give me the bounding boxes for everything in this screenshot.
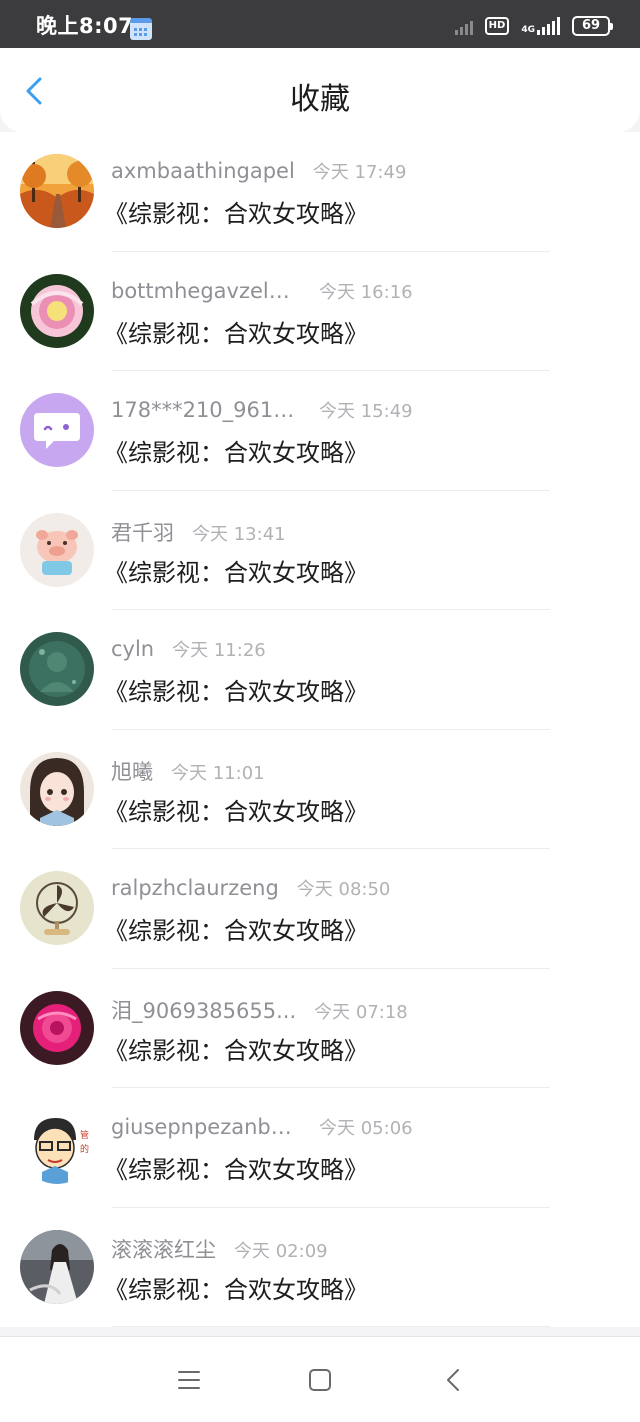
book-title[interactable]: 《综影视：合欢女攻略》 (104, 314, 368, 349)
timestamp: 今天 15:49 (319, 401, 413, 422)
list-item[interactable]: axmbaathingapel 今天 17:49 《综影视：合欢女攻略》 (0, 132, 640, 252)
header: 收藏 (0, 48, 640, 132)
book-title[interactable]: 《综影视：合欢女攻略》 (104, 1150, 368, 1185)
timestamp: 今天 02:09 (234, 1240, 328, 1262)
network-label: 4G (521, 25, 535, 35)
item-meta: bottmhegavzeln... 今天 16:16 (111, 278, 620, 304)
username[interactable]: 178***210_96102... (111, 398, 301, 422)
rose-avatar[interactable] (20, 273, 94, 348)
page-title: 收藏 (290, 82, 350, 117)
item-meta: giusepnpezanbotti 今天 05:06 (111, 1114, 620, 1140)
status-bar: 晚上8:07 HD 4G 69 (0, 0, 640, 48)
timestamp: 今天 05:06 (319, 1118, 413, 1139)
hd-badge: HD (484, 17, 510, 35)
list-item[interactable]: ralpzhclaurzeng 今天 08:50 《综影视：合欢女攻略》 (0, 849, 640, 969)
timestamp: 今天 11:01 (171, 762, 265, 784)
username[interactable]: cyln (111, 637, 154, 661)
calendar-icon (130, 18, 152, 40)
pig-avatar[interactable] (20, 512, 94, 587)
book-title[interactable]: 《综影视：合欢女攻略》 (104, 1270, 368, 1305)
battery-icon: 69 (572, 16, 613, 36)
autumn-road-avatar[interactable] (20, 154, 94, 228)
timestamp: 今天 08:50 (296, 879, 391, 900)
username[interactable]: 滚滚滚红尘 (111, 1234, 216, 1264)
list-item[interactable]: 泪_9069385655... 今天 07:18 《综影视：合欢女攻略》 (0, 969, 640, 1089)
username[interactable]: 泪_9069385655... (111, 995, 296, 1025)
book-title[interactable]: 《综影视：合欢女攻略》 (104, 911, 368, 946)
username[interactable]: axmbaathingapel (111, 159, 295, 183)
cartoon-man-avatar[interactable]: 管 的 (20, 1110, 94, 1184)
book-title[interactable]: 《综影视：合欢女攻略》 (104, 553, 368, 588)
item-meta: cyln 今天 11:26 (111, 636, 620, 662)
timestamp: 今天 17:49 (312, 162, 407, 183)
home-button[interactable] (307, 1367, 333, 1393)
svg-text:的: 的 (80, 1143, 89, 1155)
signal-icon (454, 17, 473, 35)
item-meta: 旭曦 今天 11:01 (111, 756, 620, 786)
username[interactable]: 旭曦 (111, 756, 153, 786)
book-title[interactable]: 《综影视：合欢女攻略》 (104, 672, 368, 707)
favorites-list: axmbaathingapel 今天 17:49 《综影视：合欢女攻略》 bot… (0, 132, 640, 1327)
item-meta: 君千羽 今天 13:41 (111, 517, 620, 547)
list-item[interactable]: 旭曦 今天 11:01 《综影视：合欢女攻略》 (0, 730, 640, 850)
battery-level: 69 (581, 18, 601, 33)
book-title[interactable]: 《综影视：合欢女攻略》 (104, 1031, 368, 1066)
item-meta: axmbaathingapel 今天 17:49 (111, 158, 620, 184)
menu-icon (178, 1371, 200, 1389)
svg-text:管: 管 (80, 1129, 89, 1141)
username[interactable]: ralpzhclaurzeng (111, 876, 279, 900)
timestamp: 今天 11:26 (172, 640, 266, 661)
list-item[interactable]: bottmhegavzeln... 今天 16:16 《综影视：合欢女攻略》 (0, 252, 640, 372)
list-item[interactable]: 君千羽 今天 13:41 《综影视：合欢女攻略》 (0, 491, 640, 611)
green-portrait-avatar[interactable] (20, 632, 94, 706)
system-nav-bar (0, 1336, 640, 1422)
list-item[interactable]: cyln 今天 11:26 《综影视：合欢女攻略》 (0, 610, 640, 730)
username[interactable]: bottmhegavzeln... (111, 279, 301, 303)
menu-button[interactable] (176, 1367, 202, 1393)
network-indicator: 4G (521, 17, 560, 35)
timestamp: 今天 07:18 (314, 1001, 408, 1023)
item-meta: 泪_9069385655... 今天 07:18 (111, 995, 620, 1025)
book-title[interactable]: 《综影视：合欢女攻略》 (104, 433, 368, 468)
status-indicators: HD 4G 69 (454, 14, 613, 38)
book-title[interactable]: 《综影视：合欢女攻略》 (104, 792, 368, 827)
timestamp: 今天 16:16 (319, 281, 413, 303)
white-dress-avatar[interactable] (20, 1229, 94, 1304)
chat-bubble-avatar[interactable] (20, 393, 94, 467)
status-time: 晚上8:07 (36, 14, 134, 38)
list-item[interactable]: 管 的 giusepnpezanbotti 今天 05:06 《综影视：合欢女攻… (0, 1088, 640, 1208)
signal-strength-icon (537, 17, 560, 35)
item-meta: 滚滚滚红尘 今天 02:09 (111, 1234, 620, 1264)
back-triangle-icon (447, 1369, 459, 1391)
anime-girl-avatar[interactable] (20, 751, 94, 826)
list-item[interactable]: 178***210_96102... 今天 15:49 《综影视：合欢女攻略》 (0, 371, 640, 491)
system-back-button[interactable] (441, 1367, 467, 1393)
fan-avatar[interactable] (20, 871, 94, 945)
timestamp: 今天 13:41 (192, 523, 286, 545)
item-meta: ralpzhclaurzeng 今天 08:50 (111, 875, 620, 901)
home-square-icon (309, 1369, 331, 1391)
pink-rose-avatar[interactable] (20, 990, 94, 1065)
username[interactable]: giusepnpezanbotti (111, 1115, 301, 1139)
book-title[interactable]: 《综影视：合欢女攻略》 (104, 194, 368, 229)
item-meta: 178***210_96102... 今天 15:49 (111, 397, 620, 423)
list-item[interactable]: 滚滚滚红尘 今天 02:09 《综影视：合欢女攻略》 (0, 1208, 640, 1328)
username[interactable]: 君千羽 (111, 517, 174, 547)
